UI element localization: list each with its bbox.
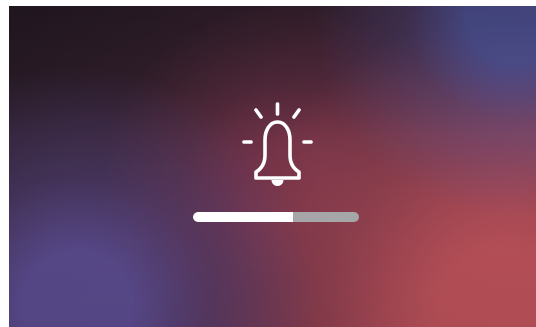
notification-volume-screen bbox=[9, 6, 536, 327]
bell-ringing-icon bbox=[230, 100, 325, 191]
page bbox=[0, 0, 536, 327]
volume-progress-fill bbox=[193, 212, 293, 222]
volume-progress-bar[interactable] bbox=[193, 212, 359, 222]
